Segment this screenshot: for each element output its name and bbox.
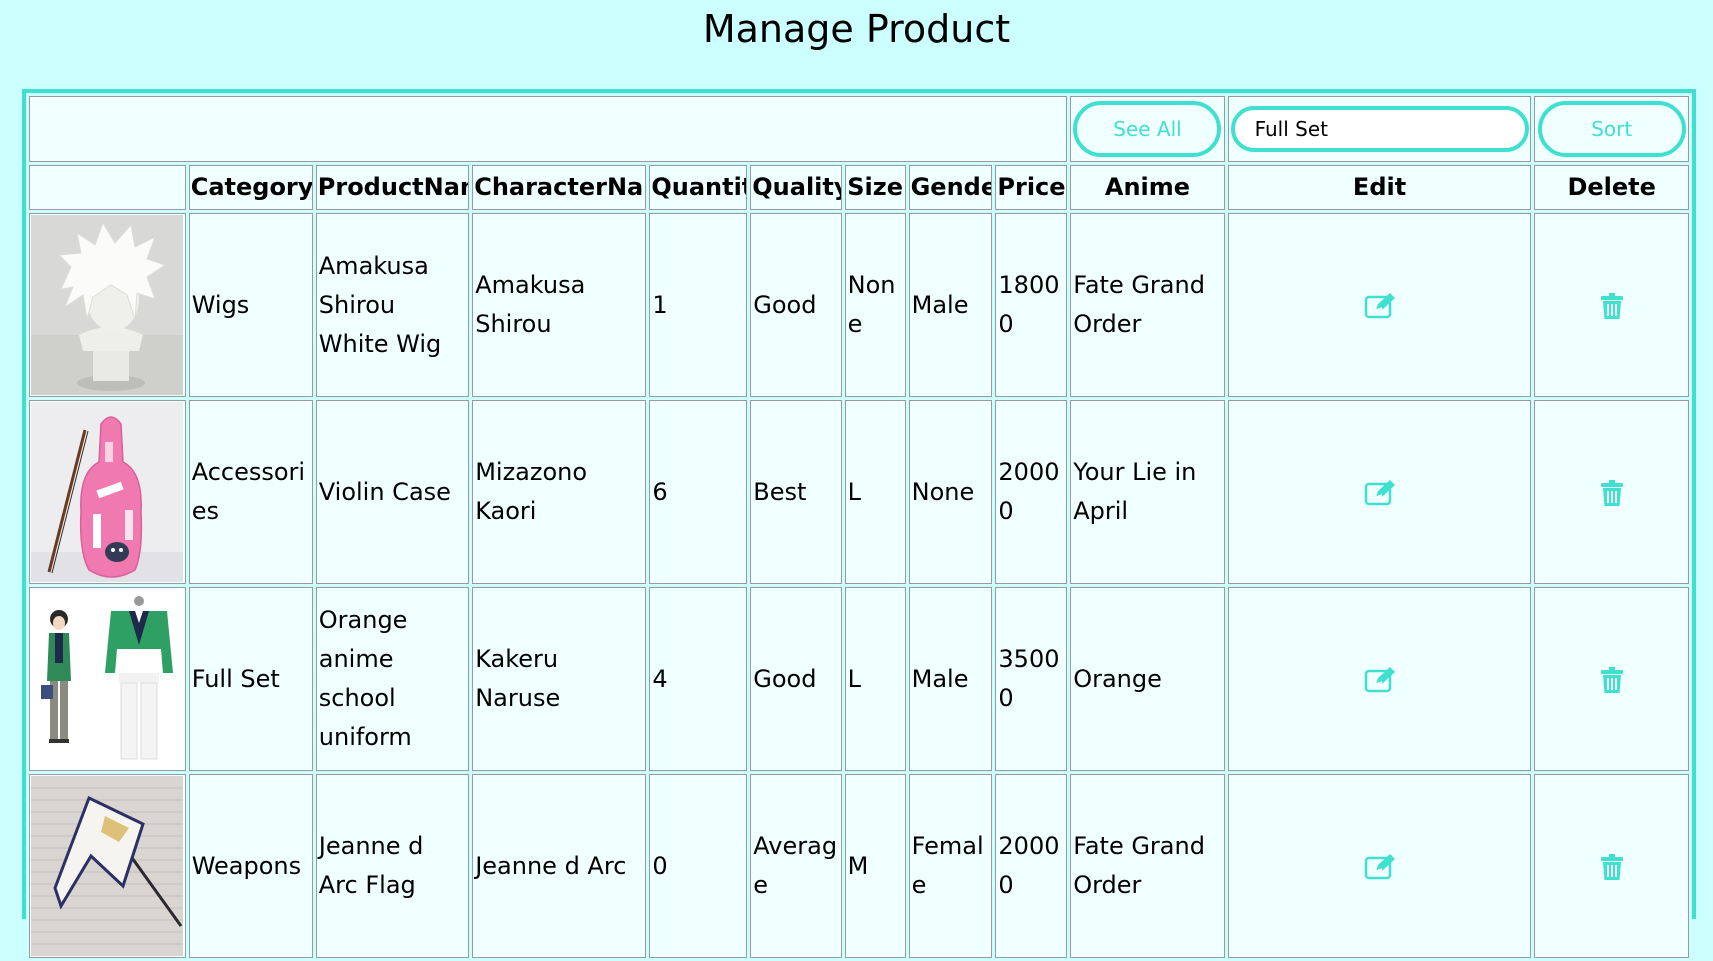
product-image-jeanne-flag — [31, 776, 184, 956]
header-row: Category ProductName CharacterName Quant… — [29, 165, 1689, 210]
quality-cell: Best — [750, 400, 842, 584]
category-cell: Wigs — [188, 213, 313, 397]
character-name-cell: Kakeru Naruse — [472, 587, 647, 771]
edit-cell — [1227, 774, 1532, 958]
product-image-cell — [29, 400, 186, 584]
trash-icon[interactable] — [1600, 479, 1623, 506]
toolbar-spacer — [29, 96, 1068, 162]
product-table-container: See All Sort Category ProductName Charac… — [22, 89, 1696, 958]
product-image-cell — [29, 774, 186, 958]
category-cell: Weapons — [188, 774, 313, 958]
column-header-delete: Delete — [1534, 165, 1689, 210]
product-image-school-uniform — [31, 589, 184, 769]
column-header-quality: Quality — [750, 165, 842, 210]
size-cell: None — [844, 213, 906, 397]
anime-cell: Your Lie in April — [1070, 400, 1225, 584]
edit-icon[interactable] — [1364, 479, 1396, 507]
sort-button[interactable]: Sort — [1537, 101, 1686, 157]
price-cell: 35000 — [995, 587, 1068, 771]
product-image-violin-case — [31, 402, 184, 582]
delete-cell — [1534, 213, 1689, 397]
quality-cell: Good — [750, 587, 842, 771]
column-header-character-name: CharacterName — [472, 165, 647, 210]
column-header-price: Price — [995, 165, 1068, 210]
column-header-anime: Anime — [1070, 165, 1225, 210]
category-search-input[interactable] — [1230, 106, 1529, 152]
character-name-cell: Amakusa Shirou — [472, 213, 647, 397]
edit-cell — [1227, 587, 1532, 771]
edit-cell — [1227, 213, 1532, 397]
price-cell: 20000 — [995, 400, 1068, 584]
character-name-cell: Mizazono Kaori — [472, 400, 647, 584]
see-all-cell: See All — [1070, 96, 1225, 162]
column-header-product-name: ProductName — [315, 165, 470, 210]
trash-icon[interactable] — [1600, 666, 1623, 693]
category-cell: Accessories — [188, 400, 313, 584]
quantity-cell: 4 — [649, 587, 748, 771]
column-header-image — [29, 165, 186, 210]
quantity-cell: 6 — [649, 400, 748, 584]
table-row: Full Set Orange anime school uniform Kak… — [29, 587, 1689, 771]
column-header-gender: Gender — [908, 165, 993, 210]
sort-cell: Sort — [1534, 96, 1689, 162]
table-row: Accessories Violin Case Mizazono Kaori 6… — [29, 400, 1689, 584]
quantity-cell: 0 — [649, 774, 748, 958]
gender-cell: Female — [908, 774, 993, 958]
trash-icon[interactable] — [1600, 853, 1623, 880]
product-image-cell — [29, 587, 186, 771]
anime-cell: Fate Grand Order — [1070, 774, 1225, 958]
product-image-cell — [29, 213, 186, 397]
column-header-quantity: Quantity — [649, 165, 748, 210]
product-image-white-wig — [31, 215, 184, 395]
quality-cell: Average — [750, 774, 842, 958]
edit-icon[interactable] — [1364, 666, 1396, 694]
delete-cell — [1534, 587, 1689, 771]
gender-cell: Male — [908, 213, 993, 397]
table-row: Wigs Amakusa Shirou White Wig Amakusa Sh… — [29, 213, 1689, 397]
product-name-cell: Jeanne d Arc Flag — [315, 774, 470, 958]
gender-cell: Male — [908, 587, 993, 771]
column-header-size: Size — [844, 165, 906, 210]
quantity-cell: 1 — [649, 213, 748, 397]
price-cell: 18000 — [995, 213, 1068, 397]
search-cell — [1227, 96, 1532, 162]
size-cell: L — [844, 587, 906, 771]
table-row: Weapons Jeanne d Arc Flag Jeanne d Arc 0… — [29, 774, 1689, 958]
price-cell: 20000 — [995, 774, 1068, 958]
category-cell: Full Set — [188, 587, 313, 771]
edit-icon[interactable] — [1364, 853, 1396, 881]
size-cell: M — [844, 774, 906, 958]
see-all-button[interactable]: See All — [1073, 101, 1222, 157]
gender-cell: None — [908, 400, 993, 584]
quality-cell: Good — [750, 213, 842, 397]
product-table: See All Sort Category ProductName Charac… — [26, 93, 1692, 961]
product-name-cell: Orange anime school uniform — [315, 587, 470, 771]
size-cell: L — [844, 400, 906, 584]
anime-cell: Fate Grand Order — [1070, 213, 1225, 397]
trash-icon[interactable] — [1600, 292, 1623, 319]
delete-cell — [1534, 774, 1689, 958]
anime-cell: Orange — [1070, 587, 1225, 771]
edit-icon[interactable] — [1364, 292, 1396, 320]
delete-cell — [1534, 400, 1689, 584]
product-name-cell: Amakusa Shirou White Wig — [315, 213, 470, 397]
character-name-cell: Jeanne d Arc — [472, 774, 647, 958]
product-name-cell: Violin Case — [315, 400, 470, 584]
toolbar-row: See All Sort — [29, 96, 1689, 162]
column-header-edit: Edit — [1227, 165, 1532, 210]
column-header-category: Category — [188, 165, 313, 210]
edit-cell — [1227, 400, 1532, 584]
page-title: Manage Product — [702, 7, 1011, 51]
